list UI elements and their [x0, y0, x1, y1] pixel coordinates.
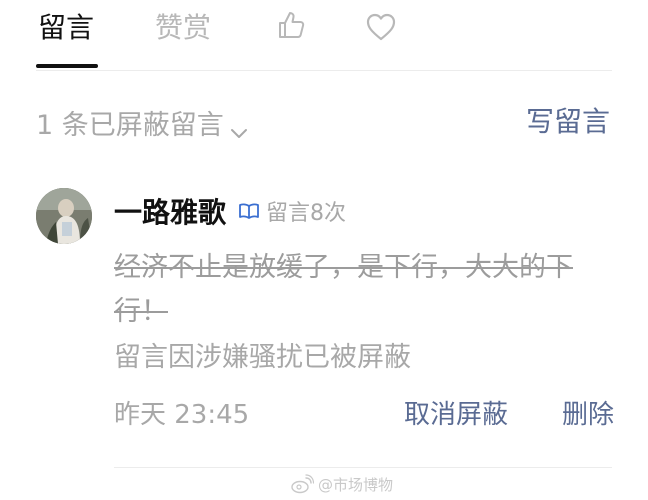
- watermark: @市场博物: [290, 472, 393, 496]
- blocked-notice: 留言因涉嫌骚扰已被屏蔽: [114, 342, 411, 373]
- write-comment-button[interactable]: 写留言: [526, 104, 610, 140]
- comment-footer: 昨天 23:45 取消屏蔽 删除: [114, 396, 614, 434]
- comment-count: 留言8次: [266, 201, 347, 226]
- username[interactable]: 一路雅歌: [114, 191, 226, 231]
- comment-header: 一路雅歌 留言8次: [114, 192, 346, 230]
- comment-timestamp: 昨天 23:45: [114, 400, 250, 430]
- active-tab-indicator: [36, 64, 98, 68]
- divider: [36, 70, 612, 71]
- tab-comments[interactable]: 留言: [38, 10, 94, 46]
- weibo-logo-icon: [290, 474, 315, 494]
- avatar[interactable]: [36, 188, 92, 244]
- heart-icon[interactable]: [365, 12, 397, 42]
- comment-body: 经济不止是放缓了，是下行，大大的下行！ 留言因涉嫌骚扰已被屏蔽: [114, 246, 614, 380]
- tab-reward[interactable]: 赞赏: [155, 10, 211, 46]
- blocked-comment-text: 经济不止是放缓了，是下行，大大的下行！: [114, 252, 573, 327]
- unblock-button[interactable]: 取消屏蔽: [404, 396, 508, 434]
- chevron-down-icon: [230, 116, 248, 138]
- tab-bar: 留言 赞赏: [0, 0, 648, 72]
- open-book-icon: [238, 202, 260, 220]
- thumbs-up-icon[interactable]: [276, 9, 308, 41]
- watermark-text: @市场博物: [318, 475, 394, 494]
- divider: [114, 467, 612, 468]
- blocked-comments-label: 1 条已屏蔽留言: [36, 109, 224, 141]
- blocked-comments-toggle[interactable]: 1 条已屏蔽留言: [36, 104, 248, 141]
- delete-button[interactable]: 删除: [562, 396, 614, 434]
- comments-page: 留言 赞赏 1 条已屏蔽留言 写留言 一路雅歌 留言8次 经济不止是放缓了，是下…: [0, 0, 648, 500]
